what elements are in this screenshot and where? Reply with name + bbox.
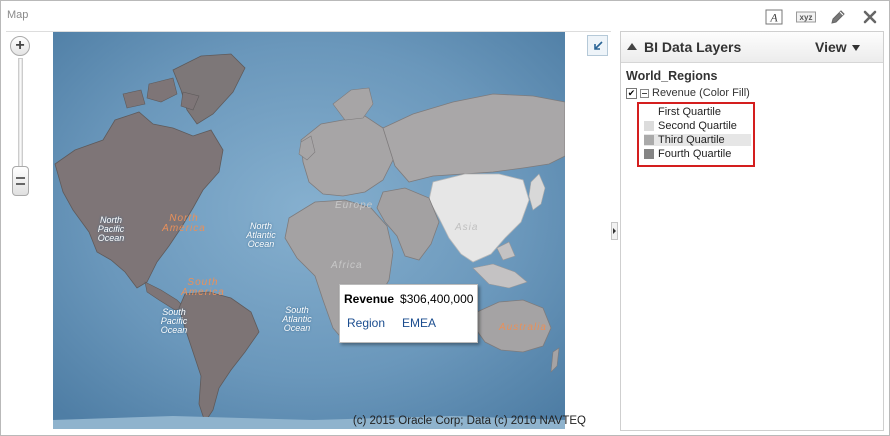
label-europe: Europe	[335, 200, 374, 211]
legend-item: Second Quartile	[644, 120, 751, 132]
svg-text:A: A	[769, 11, 778, 25]
tooltip-measure-label: Revenue	[344, 292, 395, 306]
arrow-diagonal-icon	[593, 40, 603, 50]
zoom-in-button[interactable]: +	[10, 36, 30, 56]
label-asia: Asia	[455, 222, 479, 233]
chevron-down-icon	[851, 45, 860, 51]
label-australia: Australia	[499, 322, 547, 333]
legend-swatch	[644, 149, 654, 159]
tooltip-dimension-label: Region	[347, 316, 386, 330]
label-north-pacific: North Pacific Ocean	[97, 215, 125, 243]
format-text-icon[interactable]: A	[763, 7, 785, 27]
panel-splitter[interactable]	[611, 222, 618, 240]
label-south-atlantic: South Atlantic Ocean	[282, 305, 312, 333]
tooltip-measure-value: $306,400,000	[400, 292, 474, 306]
map-restore-button[interactable]	[587, 35, 608, 56]
legend-item: First Quartile	[644, 106, 751, 118]
label-africa: Africa	[331, 260, 363, 271]
legend-swatch	[644, 107, 654, 117]
legend-item: Third Quartile	[644, 134, 751, 146]
chevron-right-icon	[613, 228, 616, 234]
map-area: + North Pacific Ocean North America Nort…	[6, 31, 611, 431]
zoom-slider-thumb[interactable]	[12, 166, 29, 196]
panel-header: BI Data Layers View	[621, 32, 883, 63]
label-south-pacific: South Pacific Ocean	[160, 307, 188, 335]
world-map[interactable]: North Pacific Ocean North America North …	[53, 32, 565, 429]
collapse-triangle-icon[interactable]	[627, 43, 637, 50]
view-title: Map	[7, 9, 29, 21]
tooltip-dimension-value: EMEA	[402, 316, 437, 330]
collapse-legend-icon[interactable]	[640, 88, 649, 98]
layer-name: World_Regions	[626, 69, 718, 83]
bi-data-layers-panel: BI Data Layers View World_Regions ✔ Reve…	[620, 31, 884, 431]
labels-icon[interactable]: xyz	[795, 7, 817, 27]
zoom-control: +	[10, 36, 32, 200]
close-icon[interactable]	[859, 7, 881, 27]
legend-swatch	[644, 135, 654, 145]
layer-measure-row: ✔ Revenue (Color Fill)	[626, 87, 750, 99]
layer-measure-label: Revenue (Color Fill)	[652, 87, 750, 99]
label-north-america: North America	[162, 213, 206, 234]
view-menu-label: View	[815, 39, 847, 55]
layer-visibility-checkbox[interactable]: ✔	[626, 87, 637, 99]
map-tooltip: Revenue $306,400,000 Region EMEA	[339, 284, 478, 343]
label-north-atlantic: North Atlantic Ocean	[246, 221, 276, 249]
label-south-america: South America	[181, 277, 225, 298]
view-menu-button[interactable]: View	[815, 39, 860, 55]
edit-icon[interactable]	[827, 7, 849, 27]
map-view-frame: Map A xyz + North Pacific Ocean North Am…	[0, 0, 890, 436]
svg-text:xyz: xyz	[800, 13, 813, 22]
zoom-slider-track[interactable]	[18, 58, 23, 168]
legend-swatch	[644, 121, 654, 131]
quartile-legend: First Quartile Second Quartile Third Qua…	[637, 102, 755, 167]
view-toolbar: A xyz	[763, 7, 881, 27]
panel-title: BI Data Layers	[644, 39, 742, 55]
legend-item: Fourth Quartile	[644, 148, 751, 160]
map-copyright: (c) 2015 Oracle Corp; Data (c) 2010 NAVT…	[352, 415, 586, 427]
